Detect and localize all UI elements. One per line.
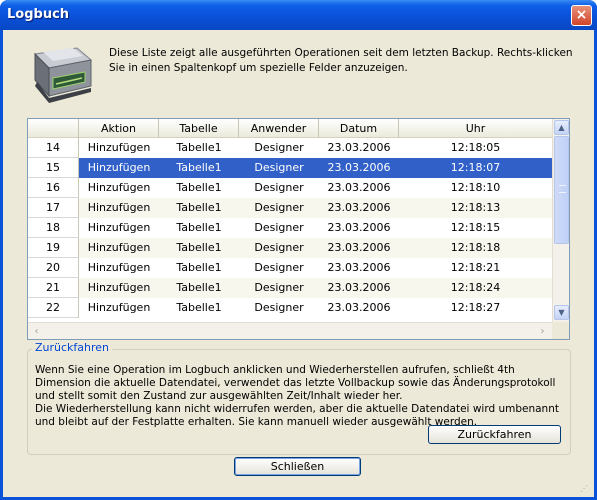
row-number: 16 (28, 178, 79, 198)
row-number: 17 (28, 198, 79, 218)
cell-tabelle: Tabelle1 (176, 161, 222, 174)
cell-tabelle: Tabelle1 (176, 181, 222, 194)
cell-anwender: Designer (254, 281, 304, 294)
logbuch-window: Logbuch × Diese Liste zeigt alle ausgefü… (0, 0, 597, 500)
vertical-scrollbar[interactable]: ▲ ▼ (552, 119, 569, 322)
cell-tabelle: Tabelle1 (176, 141, 222, 154)
cell-datum: 23.03.2006 (327, 241, 391, 254)
cell-datum: 23.03.2006 (327, 221, 391, 234)
vertical-scroll-thumb[interactable] (554, 136, 569, 244)
cell-datum: 23.03.2006 (327, 201, 391, 214)
cell-uhr: 12:18:05 (450, 141, 501, 154)
column-header-datum[interactable]: Datum (319, 119, 399, 138)
scroll-grip-icon (559, 185, 566, 193)
column-header-uhr[interactable]: Uhr (399, 119, 552, 138)
cell-aktion: Hinzufügen (87, 281, 151, 294)
scroll-up-arrow-icon[interactable]: ▲ (554, 120, 569, 135)
cell-tabelle: Tabelle1 (176, 261, 222, 274)
row-number: 21 (28, 278, 79, 298)
scroll-down-arrow-icon[interactable]: ▼ (554, 305, 569, 320)
cell-aktion: Hinzufügen (87, 301, 151, 314)
row-number: 19 (28, 238, 79, 258)
restore-description: Wenn Sie eine Operation im Logbuch ankli… (35, 364, 565, 429)
dialog-client: Diese Liste zeigt alle ausgeführten Oper… (3, 30, 594, 497)
cell-anwender: Designer (254, 201, 304, 214)
cell-aktion: Hinzufügen (87, 141, 151, 154)
table-row[interactable]: 18 Hinzufügen Tabelle1 Designer 23.03.20… (28, 218, 552, 238)
cell-anwender: Designer (254, 241, 304, 254)
cell-anwender: Designer (254, 181, 304, 194)
cell-tabelle: Tabelle1 (176, 221, 222, 234)
table-row[interactable]: 14 Hinzufügen Tabelle1 Designer 23.03.20… (28, 138, 552, 158)
cell-anwender: Designer (254, 261, 304, 274)
cell-anwender: Designer (254, 161, 304, 174)
cell-aktion: Hinzufügen (87, 201, 151, 214)
scroll-right-arrow-icon[interactable]: › (535, 324, 550, 339)
scrollbar-corner (552, 322, 569, 339)
cell-tabelle: Tabelle1 (176, 301, 222, 314)
cell-tabelle: Tabelle1 (176, 281, 222, 294)
cell-uhr: 12:18:21 (450, 261, 501, 274)
row-number: 15 (28, 158, 79, 178)
cell-tabelle: Tabelle1 (176, 201, 222, 214)
cell-datum: 23.03.2006 (327, 181, 391, 194)
cell-uhr: 12:18:10 (450, 181, 501, 194)
cell-uhr: 12:18:24 (450, 281, 501, 294)
cell-tabelle: Tabelle1 (176, 241, 222, 254)
column-header-number[interactable] (28, 119, 79, 138)
row-number: 14 (28, 138, 79, 158)
resize-grip-icon[interactable]: ⋰ (580, 484, 590, 494)
cell-aktion: Hinzufügen (87, 181, 151, 194)
scroll-left-arrow-icon[interactable]: ‹ (29, 324, 44, 339)
window-title: Logbuch (7, 7, 70, 22)
row-number: 20 (28, 258, 79, 278)
restore-group-title: Zurückfahren (32, 341, 113, 354)
table-row[interactable]: 17 Hinzufügen Tabelle1 Designer 23.03.20… (28, 198, 552, 218)
hard-disk-icon (33, 47, 93, 103)
cell-uhr: 12:18:27 (450, 301, 501, 314)
column-header-tabelle[interactable]: Tabelle (159, 119, 239, 138)
restore-description-line1: Wenn Sie eine Operation im Logbuch ankli… (35, 364, 556, 402)
cell-datum: 23.03.2006 (327, 261, 391, 274)
cell-aktion: Hinzufügen (87, 161, 151, 174)
cell-aktion: Hinzufügen (87, 241, 151, 254)
table-row[interactable]: 16 Hinzufügen Tabelle1 Designer 23.03.20… (28, 178, 552, 198)
cell-uhr: 12:18:18 (450, 241, 501, 254)
cell-aktion: Hinzufügen (87, 261, 151, 274)
log-table: Aktion Tabelle Anwender Datum Uhr 14 Hin… (27, 118, 570, 340)
cell-datum: 23.03.2006 (327, 161, 391, 174)
cell-uhr: 12:18:13 (450, 201, 501, 214)
cell-datum: 23.03.2006 (327, 281, 391, 294)
table-row[interactable]: 22 Hinzufügen Tabelle1 Designer 23.03.20… (28, 298, 552, 318)
close-icon[interactable]: × (571, 5, 592, 26)
table-row[interactable]: 20 Hinzufügen Tabelle1 Designer 23.03.20… (28, 258, 552, 278)
restore-button[interactable]: Zurückfahren (428, 425, 561, 444)
table-row-selected[interactable]: 15 Hinzufügen Tabelle1 Designer 23.03.20… (28, 158, 552, 178)
close-button[interactable]: Schließen (234, 457, 361, 476)
table-header: Aktion Tabelle Anwender Datum Uhr (28, 119, 552, 138)
cell-anwender: Designer (254, 301, 304, 314)
table-row[interactable]: 19 Hinzufügen Tabelle1 Designer 23.03.20… (28, 238, 552, 258)
column-header-anwender[interactable]: Anwender (239, 119, 319, 138)
cell-uhr: 12:18:15 (450, 221, 501, 234)
column-header-aktion[interactable]: Aktion (79, 119, 159, 138)
title-bar[interactable]: Logbuch × (0, 0, 597, 30)
horizontal-scrollbar[interactable]: ‹ › (28, 322, 552, 339)
intro-text: Diese Liste zeigt alle ausgeführten Oper… (109, 47, 573, 74)
table-row[interactable]: 21 Hinzufügen Tabelle1 Designer 23.03.20… (28, 278, 552, 298)
cell-anwender: Designer (254, 141, 304, 154)
cell-aktion: Hinzufügen (87, 221, 151, 234)
cell-uhr: 12:18:07 (450, 161, 501, 174)
cell-anwender: Designer (254, 221, 304, 234)
row-number: 22 (28, 298, 79, 318)
row-number: 18 (28, 218, 79, 238)
cell-datum: 23.03.2006 (327, 141, 391, 154)
cell-datum: 23.03.2006 (327, 301, 391, 314)
